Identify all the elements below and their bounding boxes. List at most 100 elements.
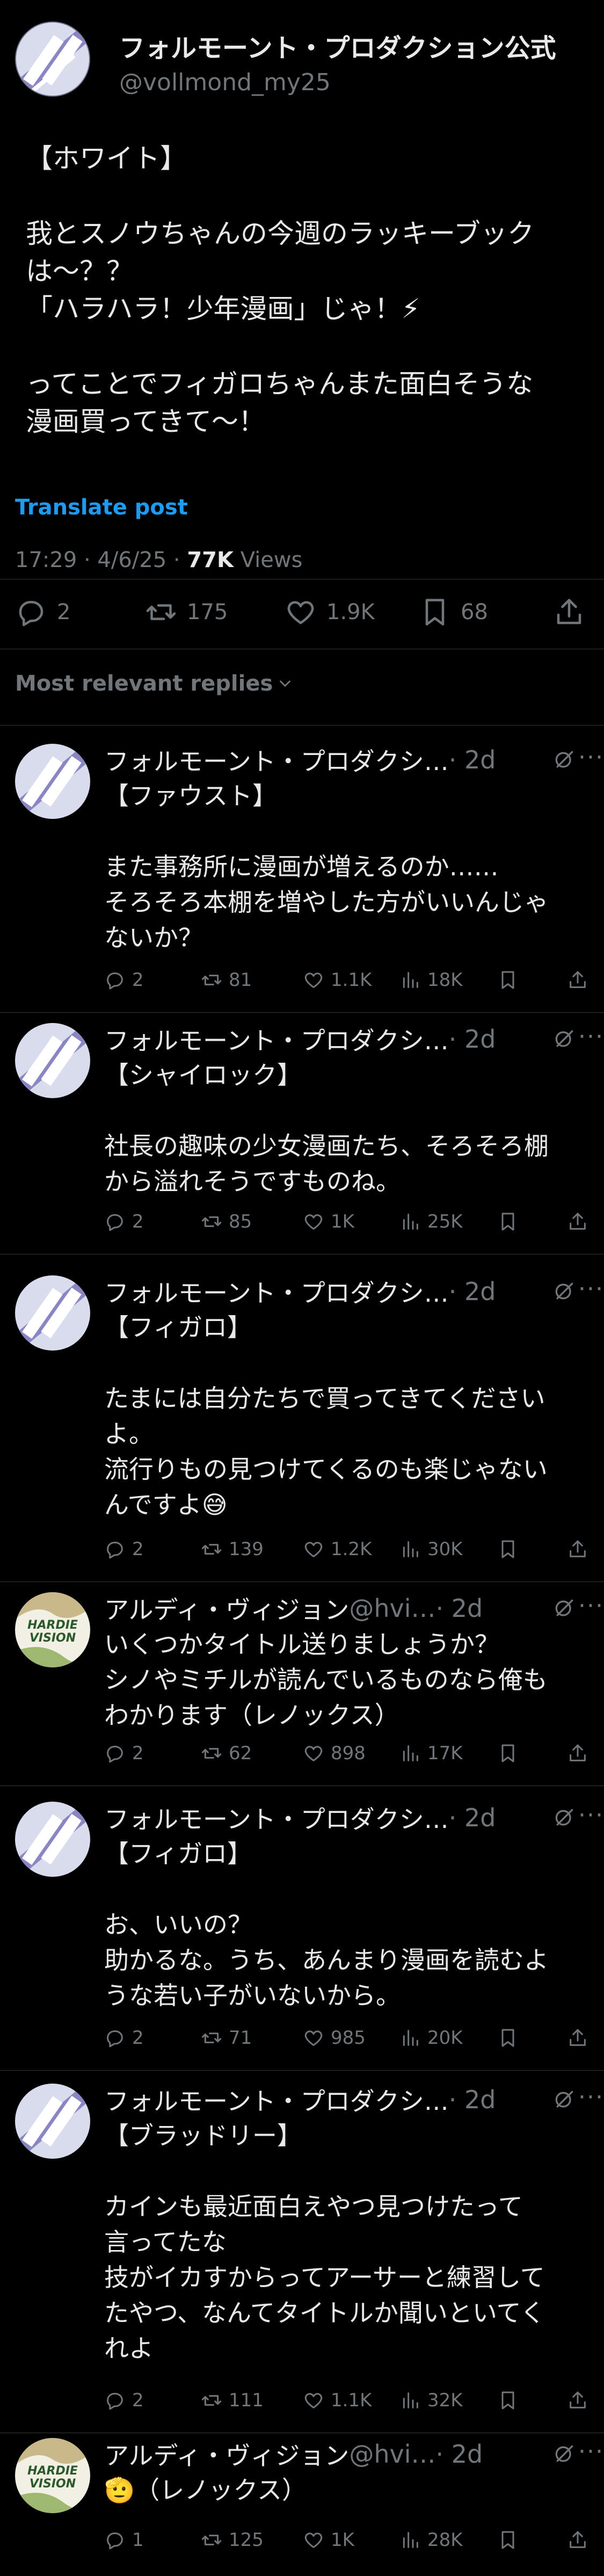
repost-button[interactable]: 81 — [201, 969, 252, 991]
grok-icon[interactable] — [552, 2088, 576, 2111]
hardie-vision-logo-icon: HARDIEVISION — [15, 2438, 90, 2513]
share-button[interactable] — [567, 2027, 595, 2049]
repost-button[interactable]: 175 — [145, 596, 228, 628]
grok-icon[interactable] — [552, 1027, 576, 1051]
reply-author-handle[interactable]: @hvi… — [349, 2440, 435, 2469]
bookmark-button[interactable] — [497, 2529, 525, 2551]
more-options-icon[interactable]: ··· — [578, 2438, 604, 2465]
reply-timestamp[interactable]: · 2d — [449, 2085, 496, 2114]
reply-button[interactable]: 2 — [104, 969, 144, 991]
reply-timestamp[interactable]: · 2d — [449, 1277, 496, 1306]
reply-timestamp[interactable]: · 2d — [449, 1803, 496, 1832]
reply-button[interactable]: 2 — [104, 1743, 144, 1764]
reply-button[interactable]: 2 — [104, 2390, 144, 2411]
reply-author-name[interactable]: フォルモーント・プロダクシ… — [104, 1800, 449, 1835]
reply-button[interactable]: 2 — [15, 596, 70, 628]
share-button[interactable] — [553, 596, 595, 628]
avatar[interactable]: HARDIE VISION — [15, 1592, 90, 1667]
views-button[interactable]: 17K — [399, 1743, 463, 1764]
share-button[interactable] — [567, 1211, 595, 1232]
author-handle[interactable]: @vollmond_my25 — [119, 69, 556, 96]
bookmark-button[interactable]: 68 — [419, 596, 488, 628]
avatar[interactable] — [15, 1275, 90, 1351]
reply-header: フォルモーント・プロダクシ… · 2d — [104, 1275, 587, 1308]
grok-icon[interactable] — [552, 1806, 576, 1830]
repost-button[interactable]: 62 — [201, 1743, 252, 1764]
reply-sort-dropdown[interactable]: Most relevant replies — [15, 671, 294, 696]
reply-author-name[interactable]: アルディ・ヴィジョン — [104, 1591, 349, 1626]
repost-button[interactable]: 85 — [201, 1211, 252, 1232]
share-button[interactable] — [567, 2390, 595, 2411]
reply-icon — [107, 2393, 123, 2410]
reply-header: フォルモーント・プロダクシ… · 2d — [104, 744, 587, 776]
views-button[interactable]: 25K — [399, 1211, 463, 1232]
reply-button[interactable]: 2 — [104, 1539, 144, 1560]
share-button[interactable] — [567, 969, 595, 991]
like-button[interactable]: 898 — [303, 1743, 366, 1764]
author-name[interactable]: フォルモーント・プロダクション公式 — [119, 27, 556, 64]
more-options-icon[interactable]: ··· — [578, 1023, 604, 1050]
more-options-icon[interactable]: ··· — [578, 1592, 604, 1620]
like-button[interactable]: 1.2K — [303, 1539, 372, 1560]
bookmark-button[interactable] — [497, 2027, 525, 2049]
like-button[interactable]: 1K — [303, 2529, 354, 2551]
share-button[interactable] — [567, 1539, 595, 1560]
heart-icon — [287, 601, 314, 625]
views-button[interactable]: 18K — [399, 969, 463, 991]
avatar[interactable] — [15, 1023, 90, 1098]
like-button[interactable]: 1.9K — [285, 596, 375, 628]
post-timestamp[interactable]: 17:29 · 4/6/25 · — [15, 548, 187, 572]
grok-icon[interactable] — [552, 2442, 576, 2466]
share-button[interactable] — [567, 1743, 595, 1764]
repost-button[interactable]: 139 — [201, 1539, 264, 1560]
more-options-icon[interactable]: ··· — [578, 1275, 604, 1303]
more-options-icon[interactable]: ··· — [578, 744, 604, 771]
repost-button[interactable]: 111 — [201, 2390, 264, 2411]
grok-icon[interactable] — [552, 748, 576, 772]
grok-icon[interactable] — [552, 1280, 576, 1303]
repost-count: 62 — [229, 1743, 252, 1764]
avatar[interactable]: HARDIE VISION — [15, 2438, 90, 2513]
reply-timestamp[interactable]: · 2d — [449, 745, 496, 774]
reply-author-name[interactable]: フォルモーント・プロダクシ… — [104, 1274, 449, 1309]
repost-button[interactable]: 71 — [201, 2027, 252, 2049]
avatar[interactable] — [15, 21, 90, 97]
reply-author-name[interactable]: フォルモーント・プロダクシ… — [104, 2082, 449, 2117]
reply-button[interactable]: 2 — [104, 2027, 144, 2049]
repost-button[interactable]: 125 — [201, 2529, 264, 2551]
avatar[interactable] — [15, 744, 90, 819]
more-options-icon[interactable]: ··· — [578, 1802, 604, 1829]
grok-icon[interactable] — [552, 1597, 576, 1620]
reply-author-name[interactable]: フォルモーント・プロダクシ… — [104, 742, 449, 778]
bookmark-button[interactable] — [497, 1211, 525, 1232]
avatar[interactable] — [15, 2084, 90, 2159]
reply-author-name[interactable]: フォルモーント・プロダクシ… — [104, 1021, 449, 1057]
share-button[interactable] — [567, 2529, 595, 2551]
reply-timestamp[interactable]: · 2d — [449, 1025, 496, 1054]
views-button[interactable]: 28K — [399, 2529, 463, 2551]
translate-post-link[interactable]: Translate post — [15, 495, 188, 520]
views-count: 30K — [427, 1539, 463, 1560]
like-button[interactable]: 985 — [303, 2027, 366, 2049]
reply-button[interactable]: 2 — [104, 1211, 144, 1232]
views-button[interactable]: 32K — [399, 2390, 463, 2411]
reply-timestamp[interactable]: · 2d — [436, 2440, 483, 2469]
reply-button[interactable]: 1 — [104, 2529, 144, 2551]
bookmark-button[interactable] — [497, 2390, 525, 2411]
reply-timestamp[interactable]: · 2d — [436, 1594, 483, 1623]
avatar[interactable] — [15, 1802, 90, 1877]
bookmark-button[interactable] — [497, 1743, 525, 1764]
like-button[interactable]: 1K — [303, 1211, 354, 1232]
repost-icon — [201, 2535, 222, 2545]
like-button[interactable]: 1.1K — [303, 2390, 372, 2411]
views-button[interactable]: 30K — [399, 1539, 463, 1560]
reply-author-handle[interactable]: @hvi… — [349, 1594, 435, 1623]
views-count: 28K — [427, 2529, 463, 2551]
like-button[interactable]: 1.1K — [303, 969, 372, 991]
bookmark-button[interactable] — [497, 1539, 525, 1560]
more-options-icon[interactable]: ··· — [578, 2084, 604, 2111]
views-button[interactable]: 20K — [399, 2027, 463, 2049]
bookmark-button[interactable] — [497, 969, 525, 991]
reply-author-name[interactable]: アルディ・ヴィジョン — [104, 2436, 349, 2472]
post-actions: 2 175 1.9K 68 — [0, 596, 604, 639]
